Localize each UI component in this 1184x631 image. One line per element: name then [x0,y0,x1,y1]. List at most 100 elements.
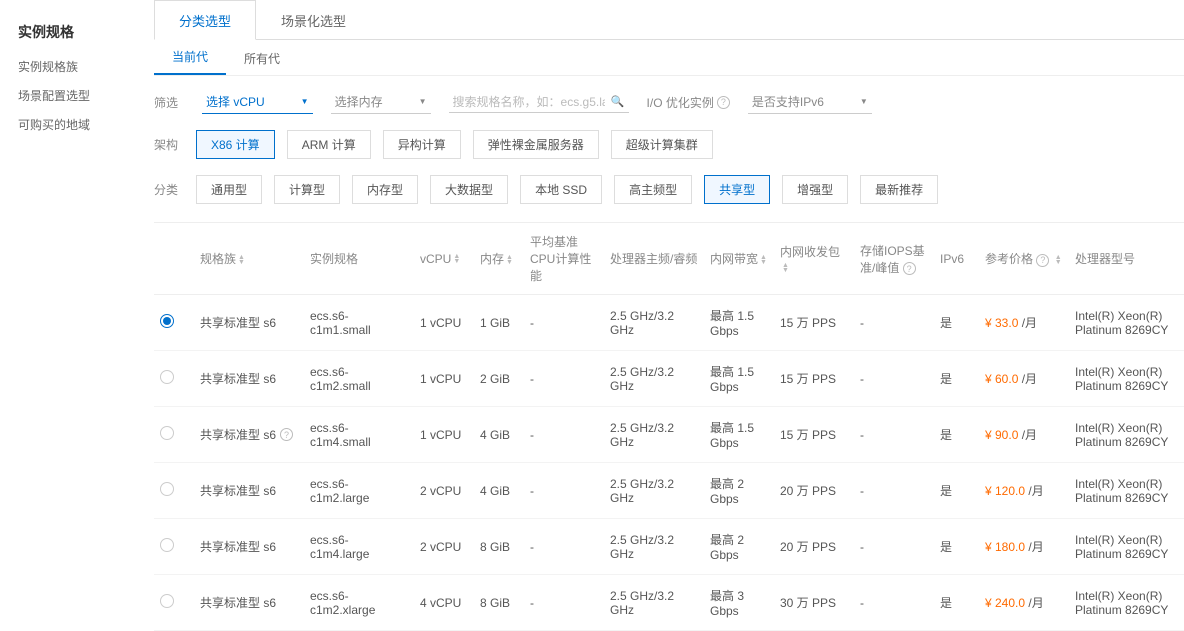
table-header-row: 规格族▲▼ 实例规格 vCPU▲▼ 内存▲▼ 平均基准CPU计算性能 处理器主频… [154,223,1184,295]
search-input[interactable] [453,95,605,109]
pps-cell: 20 万 PPS [774,519,854,575]
cpu-cell: Intel(R) Xeon(R) Platinum 8269CY [1069,519,1184,575]
price-cell: ¥ 120.0 /月 [979,463,1069,519]
row-radio[interactable] [160,314,174,328]
bw-cell: 最高 2 Gbps [704,519,774,575]
category-chip-2[interactable]: 内存型 [352,175,418,204]
memory-cell: 1 GiB [474,295,524,351]
memory-cell: 2 GiB [474,351,524,407]
bw-cell: 最高 2 Gbps [704,463,774,519]
sidebar-item-1[interactable]: 场景配置选型 [18,81,148,110]
iops-cell: - [854,407,934,463]
family-cell: 共享标准型 s6 [200,538,298,555]
memory-dropdown[interactable]: 选择内存 ▼ [331,90,431,114]
ipv6-dropdown[interactable]: 是否支持IPv6 ▼ [748,90,872,114]
search-icon[interactable]: 🔍 [611,95,625,108]
sidebar-item-2[interactable]: 可购买的地域 [18,110,148,139]
freq-cell: 2.5 GHz/3.2 GHz [604,295,704,351]
cpu-cell: Intel(R) Xeon(R) Platinum 8269CY [1069,575,1184,631]
price-cell: ¥ 33.0 /月 [979,295,1069,351]
category-chip-5[interactable]: 高主频型 [614,175,692,204]
arch-chip-3[interactable]: 弹性裸金属服务器 [473,130,599,159]
category-chip-3[interactable]: 大数据型 [430,175,508,204]
help-icon[interactable]: ? [1036,254,1049,267]
io-optimized-text: I/O 优化实例 [647,94,714,111]
table-row[interactable]: 共享标准型 s6 ?ecs.s6-c1m4.small1 vCPU4 GiB-2… [154,407,1184,463]
help-icon[interactable]: ? [903,262,916,275]
family-cell: 共享标准型 s6 [200,594,298,611]
col-memory[interactable]: 内存▲▼ [474,223,524,295]
memory-cell: 8 GiB [474,575,524,631]
row-radio[interactable] [160,426,174,440]
col-pps[interactable]: 内网收发包▲▼ [774,223,854,295]
sort-icon: ▲▼ [1055,255,1062,265]
col-iops: 存储IOPS基准/峰值 ? [854,223,934,295]
arch-chip-0[interactable]: X86 计算 [196,130,275,159]
ipv6-cell: 是 [934,295,979,351]
col-price[interactable]: 参考价格 ? ▲▼ [979,223,1069,295]
ipv6-cell: 是 [934,575,979,631]
arch-chip-2[interactable]: 异构计算 [383,130,461,159]
spec-cell: ecs.s6-c1m2.small [304,351,414,407]
memory-cell: 8 GiB [474,519,524,575]
subtab-1[interactable]: 所有代 [226,42,298,75]
col-spec: 实例规格 [304,223,414,295]
category-chip-0[interactable]: 通用型 [196,175,262,204]
table-row[interactable]: 共享标准型 s6ecs.s6-c1m4.large2 vCPU8 GiB-2.5… [154,519,1184,575]
help-icon[interactable]: ? [280,428,293,441]
col-family[interactable]: 规格族▲▼ [194,223,304,295]
table-row[interactable]: 共享标准型 s6ecs.s6-c1m1.small1 vCPU1 GiB-2.5… [154,295,1184,351]
iops-cell: - [854,519,934,575]
io-optimized-label: I/O 优化实例 ? [647,94,730,111]
spec-cell: ecs.s6-c1m4.small [304,407,414,463]
avg-cell: - [524,519,604,575]
tab-1[interactable]: 场景化选型 [256,0,371,39]
col-cpu: 处理器型号 [1069,223,1184,295]
col-ipv6: IPv6 [934,223,979,295]
table-row[interactable]: 共享标准型 s6ecs.s6-c1m2.large2 vCPU4 GiB-2.5… [154,463,1184,519]
category-chip-4[interactable]: 本地 SSD [520,175,602,204]
row-radio[interactable] [160,370,174,384]
freq-cell: 2.5 GHz/3.2 GHz [604,407,704,463]
arch-chip-1[interactable]: ARM 计算 [287,130,371,159]
ipv6-cell: 是 [934,519,979,575]
filter-label: 筛选 [154,94,184,111]
pps-cell: 20 万 PPS [774,463,854,519]
freq-cell: 2.5 GHz/3.2 GHz [604,575,704,631]
category-chip-1[interactable]: 计算型 [274,175,340,204]
price-cell: ¥ 180.0 /月 [979,519,1069,575]
sidebar: 实例规格 实例规格族场景配置选型可购买的地域 [0,0,148,631]
col-bw[interactable]: 内网带宽▲▼ [704,223,774,295]
row-radio[interactable] [160,482,174,496]
tabs: 分类选型场景化选型 [154,0,1184,40]
cpu-cell: Intel(R) Xeon(R) Platinum 8269CY [1069,407,1184,463]
row-radio[interactable] [160,594,174,608]
col-vcpu[interactable]: vCPU▲▼ [414,223,474,295]
sidebar-item-0[interactable]: 实例规格族 [18,52,148,81]
arch-chip-4[interactable]: 超级计算集群 [611,130,713,159]
table-row[interactable]: 共享标准型 s6ecs.s6-c1m2.small1 vCPU2 GiB-2.5… [154,351,1184,407]
arch-label: 架构 [154,136,184,153]
vcpu-cell: 4 vCPU [414,575,474,631]
spec-cell: ecs.s6-c1m2.xlarge [304,575,414,631]
sort-icon: ▲▼ [506,255,513,265]
avg-cell: - [524,295,604,351]
sort-icon: ▲▼ [782,263,789,273]
col-avgcpu: 平均基准CPU计算性能 [524,223,604,295]
subtab-0[interactable]: 当前代 [154,40,226,75]
category-chip-7[interactable]: 增强型 [782,175,848,204]
freq-cell: 2.5 GHz/3.2 GHz [604,519,704,575]
row-radio[interactable] [160,538,174,552]
category-chip-8[interactable]: 最新推荐 [860,175,938,204]
table-row[interactable]: 共享标准型 s6ecs.s6-c1m2.xlarge4 vCPU8 GiB-2.… [154,575,1184,631]
help-icon[interactable]: ? [717,96,730,109]
tab-0[interactable]: 分类选型 [154,0,256,40]
category-chip-6[interactable]: 共享型 [704,175,770,204]
vcpu-cell: 1 vCPU [414,295,474,351]
vcpu-dropdown[interactable]: 选择 vCPU ▼ [202,90,313,114]
bw-cell: 最高 1.5 Gbps [704,351,774,407]
pps-cell: 15 万 PPS [774,295,854,351]
cpu-cell: Intel(R) Xeon(R) Platinum 8269CY [1069,295,1184,351]
vcpu-cell: 1 vCPU [414,351,474,407]
sort-icon: ▲▼ [238,255,245,265]
